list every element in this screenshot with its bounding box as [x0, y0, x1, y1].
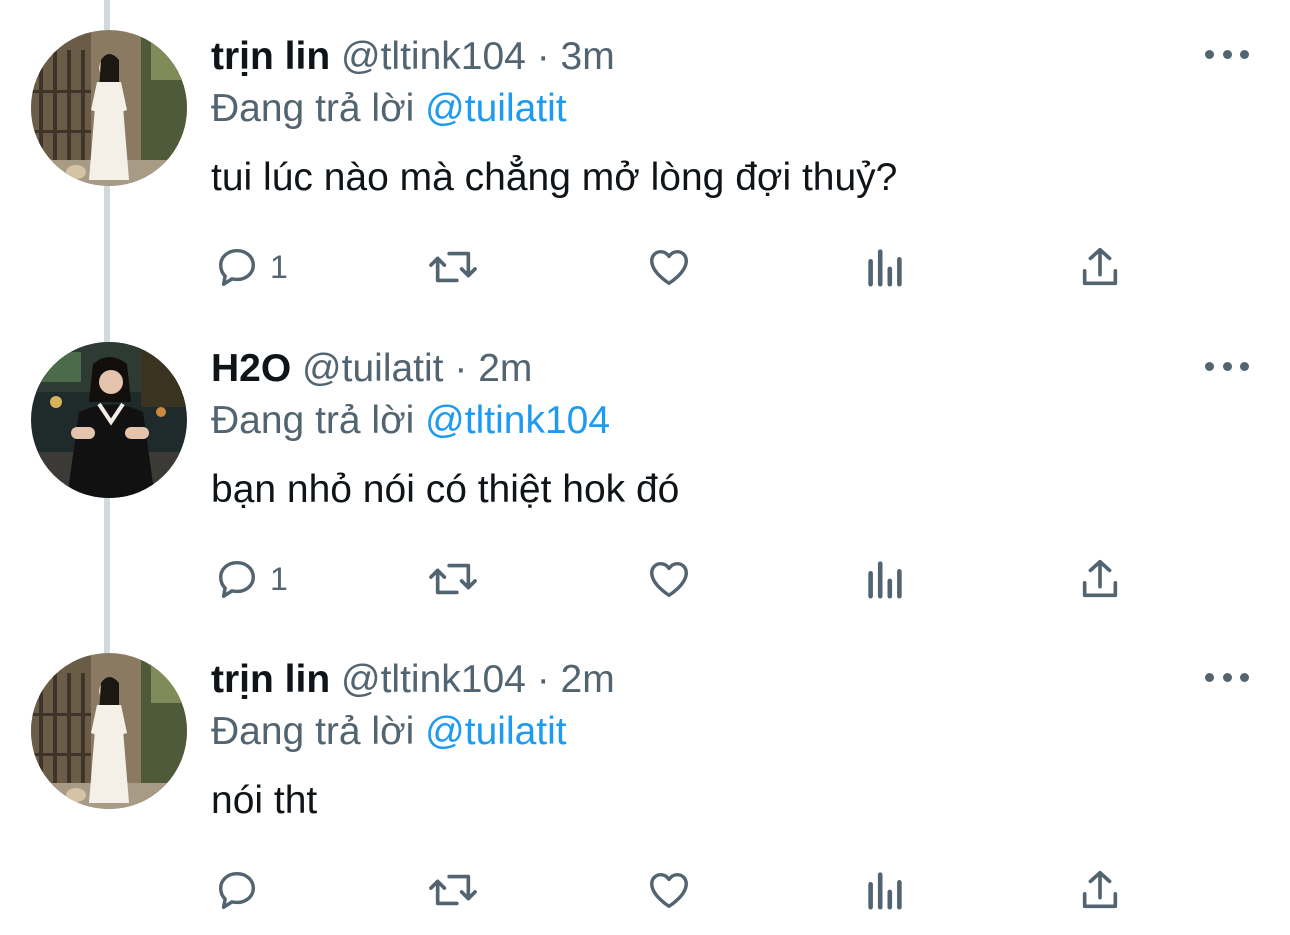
display-name[interactable]: H2O [211, 347, 291, 390]
views-icon [868, 561, 902, 599]
retweet-icon [429, 251, 477, 283]
more-options-icon[interactable] [1205, 667, 1249, 687]
reply-button[interactable]: 1 [214, 242, 288, 292]
like-button[interactable] [645, 242, 693, 292]
replying-to: Đang trả lời @tuilatit [211, 709, 567, 755]
replying-prefix: Đang trả lời [211, 399, 415, 442]
views-icon [868, 872, 902, 910]
tweet-text: tui lúc nào mà chẳng mở lòng đợi thuỷ? [211, 156, 898, 199]
retweet-icon [429, 563, 477, 595]
mention-link[interactable]: @tuilatit [425, 87, 566, 130]
views-button[interactable] [864, 865, 906, 915]
more-options-icon[interactable] [1205, 356, 1249, 376]
avatar[interactable] [31, 30, 187, 186]
tweet-text: bạn nhỏ nói có thiệt hok đó [211, 468, 680, 511]
like-icon [650, 249, 688, 286]
reply-icon [218, 248, 256, 286]
mention-link[interactable]: @tltink104 [425, 399, 610, 442]
share-button[interactable] [1078, 554, 1122, 604]
share-button[interactable] [1078, 865, 1122, 915]
action-bar: 1 [0, 554, 1290, 604]
replying-prefix: Đang trả lời [211, 87, 415, 130]
display-name[interactable]: trịn lin [211, 658, 330, 701]
reply-button[interactable]: 1 [214, 554, 288, 604]
separator: · [536, 35, 550, 78]
timestamp[interactable]: 2m [561, 658, 615, 701]
retweet-button[interactable] [425, 554, 481, 604]
share-icon [1082, 870, 1118, 909]
tweet[interactable]: trịn lin @tltink104 · 3m Đang trả lời @t… [0, 0, 1290, 312]
action-bar [0, 865, 1290, 915]
reply-button[interactable] [214, 865, 270, 915]
share-icon [1082, 247, 1118, 286]
share-button[interactable] [1078, 242, 1122, 292]
tweet[interactable]: H2O @tuilatit · 2m Đang trả lời @tltink1… [0, 312, 1290, 624]
views-button[interactable] [864, 554, 906, 604]
handle[interactable]: @tltink104 [341, 658, 526, 701]
reply-count: 1 [270, 560, 288, 597]
views-button[interactable] [864, 242, 906, 292]
like-button[interactable] [645, 865, 693, 915]
retweet-icon [429, 874, 477, 906]
avatar[interactable] [31, 653, 187, 809]
more-options-icon[interactable] [1205, 44, 1249, 64]
timestamp[interactable]: 3m [561, 35, 615, 78]
tweet-text: nói tht [211, 779, 318, 822]
retweet-button[interactable] [425, 242, 481, 292]
handle[interactable]: @tuilatit [302, 347, 443, 390]
timestamp[interactable]: 2m [478, 347, 532, 390]
reply-icon [218, 560, 256, 598]
separator: · [454, 347, 468, 390]
action-bar: 1 [0, 242, 1290, 292]
views-icon [868, 249, 902, 287]
share-icon [1082, 559, 1118, 598]
replying-to: Đang trả lời @tuilatit [211, 86, 567, 132]
replying-prefix: Đang trả lời [211, 710, 415, 753]
like-button[interactable] [645, 554, 693, 604]
tweet[interactable]: trịn lin @tltink104 · 2m Đang trả lời @t… [0, 623, 1290, 935]
retweet-button[interactable] [425, 865, 481, 915]
reply-icon [218, 871, 256, 909]
separator: · [536, 658, 550, 701]
mention-link[interactable]: @tuilatit [425, 710, 566, 753]
reply-count: 1 [270, 248, 288, 285]
like-icon [650, 872, 688, 909]
display-name[interactable]: trịn lin [211, 35, 330, 78]
replying-to: Đang trả lời @tltink104 [211, 398, 610, 444]
tweet-header: trịn lin @tltink104 · 2m [211, 657, 615, 703]
handle[interactable]: @tltink104 [341, 35, 526, 78]
like-icon [650, 561, 688, 598]
avatar[interactable] [31, 342, 187, 498]
tweet-header: H2O @tuilatit · 2m [211, 346, 532, 392]
tweet-header: trịn lin @tltink104 · 3m [211, 34, 615, 80]
